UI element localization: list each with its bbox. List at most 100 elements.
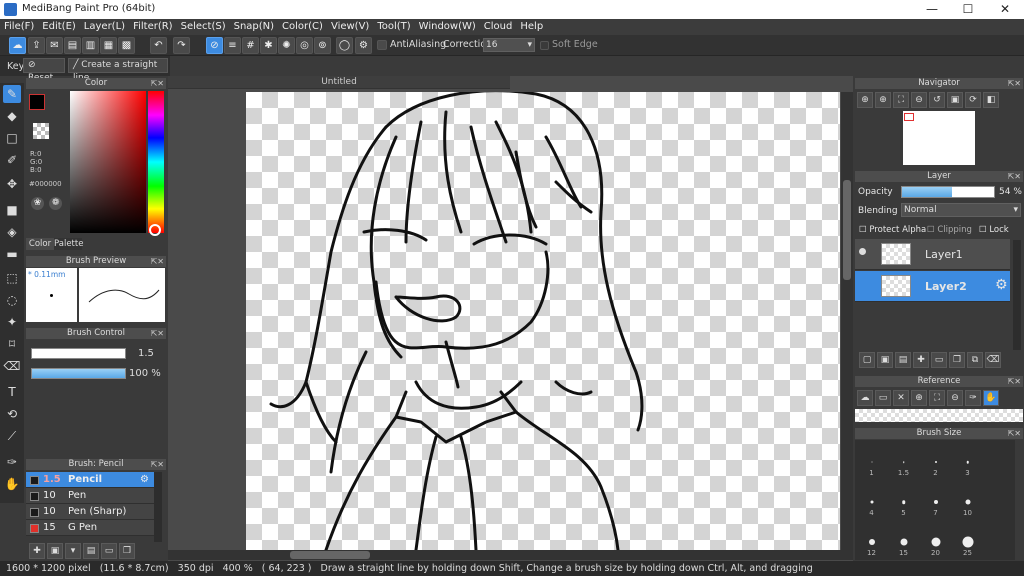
clipping-checkbox[interactable]: ☐ Clipping [927,225,972,235]
menu-window[interactable]: Window(W) [415,19,480,32]
cloud-download-icon[interactable]: ☁ [857,390,873,406]
brush-list-scrollbar[interactable] [154,472,162,542]
comment-icon[interactable]: ✉ [46,37,63,54]
brush-item-pen[interactable]: 10 Pen [26,488,154,504]
new-layer-icon[interactable]: ▢ [859,352,875,368]
operation-tool-icon[interactable]: ⟲ [3,405,21,423]
visibility-icon[interactable] [859,248,866,255]
hand-icon[interactable]: ✋ [983,390,999,406]
export-icon[interactable]: ⇪ [28,37,45,54]
gear-icon[interactable]: ⚙ [140,472,149,488]
tab-color[interactable]: Color [26,238,54,250]
grid-snap-icon[interactable]: # [242,37,259,54]
tab-palette[interactable]: Palette [54,238,83,250]
saturation-value-picker[interactable] [70,91,146,233]
trash-icon[interactable]: ⌫ [985,352,1001,368]
select-rect-icon[interactable]: ⬚ [3,269,21,287]
menu-edit[interactable]: Edit(E) [38,19,80,32]
blending-select[interactable]: Normal ▾ [901,203,1021,217]
rotate-reset-icon[interactable]: ⟳ [965,92,981,108]
brush-size-cell[interactable]: 10 [952,496,983,517]
pin-icon[interactable]: ⇱✕ [151,328,164,339]
gear-icon[interactable]: ⚙ [995,277,1008,293]
no-snap-icon[interactable]: ⊘ [206,37,223,54]
menu-view[interactable]: View(V) [327,19,373,32]
brush-size-slider[interactable] [31,348,126,359]
zoom-out-icon[interactable]: ⊖ [911,92,927,108]
select-pen-icon[interactable]: ⌑ [3,335,21,353]
gradient-tool-icon[interactable]: ▬ [3,245,21,263]
brush-tool-icon[interactable]: ✎ [3,85,21,103]
redo-icon[interactable]: ↷ [173,37,190,54]
vertical-scroll-thumb[interactable] [843,180,851,280]
brush-opacity-slider[interactable] [31,368,126,379]
close-icon[interactable]: ✕ [893,390,909,406]
brush-file-icon[interactable]: ▣ [47,543,63,559]
settings-icon[interactable]: ⚙ [355,37,372,54]
pin-icon[interactable]: ⇱✕ [151,459,164,470]
zoom-plus-icon[interactable]: ⊕ [875,92,891,108]
visibility-icon[interactable] [859,280,866,287]
layer-row-layer1[interactable]: Layer1 [855,239,1010,270]
brush-size-cell[interactable]: 2 [920,456,951,477]
navigator-thumbnail[interactable] [903,111,975,165]
duplicate-layer-icon[interactable]: ❐ [949,352,965,368]
page-icon[interactable]: ▥ [82,37,99,54]
parallel-snap-icon[interactable]: ≡ [224,37,241,54]
soft-edge-checkbox[interactable] [540,41,549,50]
zoom-out-icon[interactable]: ⊖ [947,390,963,406]
minimize-button[interactable]: — [914,0,950,19]
radial-snap-icon[interactable]: ✺ [278,37,295,54]
maximize-button[interactable]: ☐ [950,0,986,19]
reference-image-area[interactable] [855,409,1023,422]
color-picker-icon[interactable]: ❁ [49,197,62,210]
reset-button[interactable]: ⊘ Reset [23,58,65,83]
concentric-snap-icon[interactable]: ◎ [296,37,313,54]
cloud-icon[interactable]: ☁ [9,37,26,54]
bucket-tool-icon[interactable]: ◈ [3,223,21,241]
divide-tool-icon[interactable]: ⟋ [3,427,21,445]
foreground-color-swatch[interactable] [29,94,45,110]
zoom-in-icon[interactable]: ⊕ [857,92,873,108]
add-brush-icon[interactable]: ✚ [29,543,45,559]
hand-tool-icon[interactable]: ✋ [3,475,21,493]
straight-line-button[interactable]: ╱ Create a straight line [68,58,168,83]
hue-handle[interactable] [149,224,161,236]
brush-size-cell[interactable]: 25 [952,536,983,557]
add-layer-menu-icon[interactable]: ✚ [913,352,929,368]
horizontal-scroll-thumb[interactable] [290,551,370,559]
text-panel-icon[interactable]: ▤ [64,37,81,54]
drawing-canvas[interactable] [246,92,840,550]
fill-shape-icon[interactable]: ■ [3,201,21,219]
menu-file[interactable]: File(F) [0,19,38,32]
zoom-in-icon[interactable]: ⊕ [911,390,927,406]
select-eraser-icon[interactable]: ⌫ [3,357,21,375]
brush-item-pencil[interactable]: 1.5 Pencil ⚙ [26,472,154,488]
layer-name[interactable]: Layer1 [925,248,963,261]
circle-snap-icon[interactable]: ◯ [336,37,353,54]
brush-size-cell[interactable]: 1 [856,456,887,477]
hue-slider[interactable] [148,91,164,233]
close-button[interactable]: ✕ [987,0,1023,19]
brush-size-cell[interactable]: 7 [920,496,951,517]
layer-folder-icon[interactable]: ▭ [931,352,947,368]
pin-icon[interactable]: ⇱✕ [1008,171,1021,182]
brush-item-pen-sharp[interactable]: 10 Pen (Sharp) [26,504,154,520]
layer-opacity-slider[interactable] [901,186,995,198]
move-tool-icon[interactable]: ✥ [3,175,21,193]
document-tab[interactable]: Untitled [168,76,510,89]
lock-checkbox[interactable]: ☐ Lock [979,225,1009,235]
antialiasing-checkbox[interactable] [377,40,387,50]
rotate-left-icon[interactable]: ↺ [929,92,945,108]
merge-layer-icon[interactable]: ⧉ [967,352,983,368]
pin-icon[interactable]: ⇱✕ [151,78,164,89]
horizontal-scrollbar[interactable] [168,550,853,560]
menu-layer[interactable]: Layer(L) [80,19,129,32]
text-tool-icon[interactable]: T [3,383,21,401]
fit-icon[interactable]: ⛶ [893,92,909,108]
transparent-color-swatch[interactable] [33,123,49,139]
halftone-layer-icon[interactable]: ▤ [895,352,911,368]
lasso-icon[interactable]: ◌ [3,291,21,309]
menu-help[interactable]: Help [516,19,547,32]
fit-window-icon[interactable]: ▣ [947,92,963,108]
